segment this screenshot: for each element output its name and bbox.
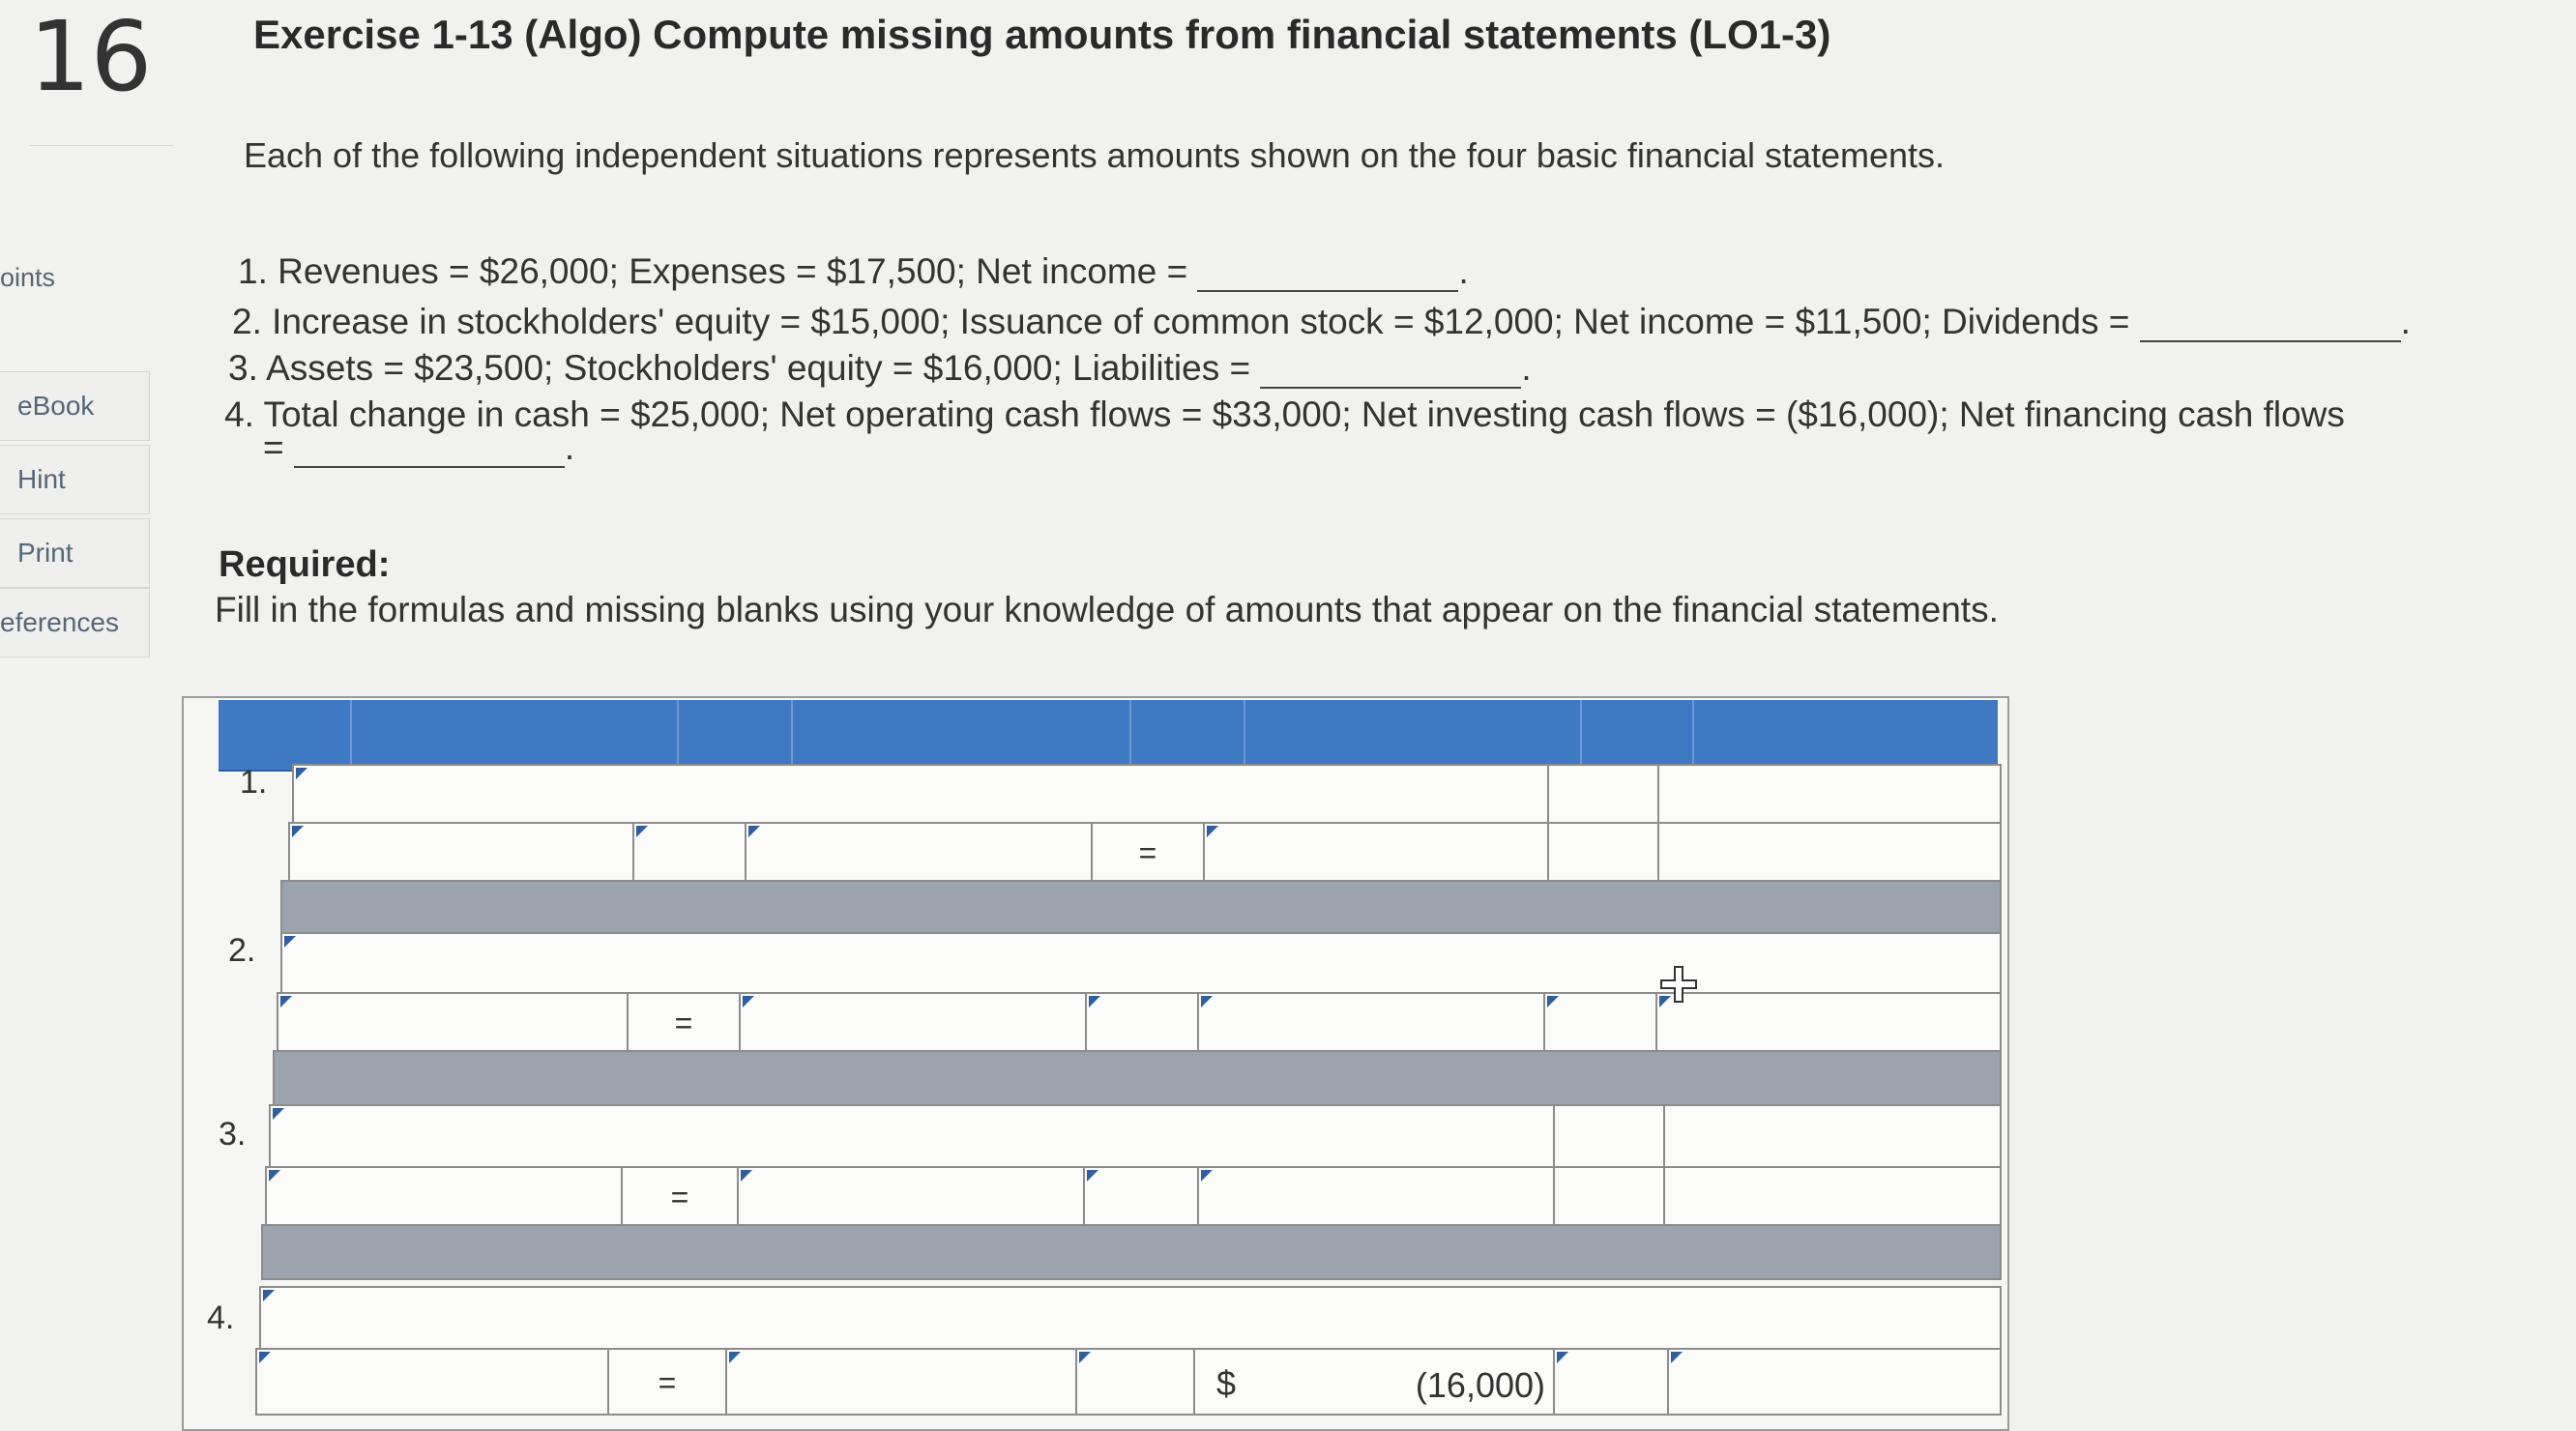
sidebar-item-references[interactable]: eferences (0, 588, 150, 657)
row-number: 1. (240, 764, 268, 801)
row-3-amount-row (261, 1224, 2002, 1280)
row-2-operator-select[interactable] (1085, 992, 1199, 1052)
row-1-spacer (1657, 822, 2002, 882)
row-number: 2. (228, 932, 256, 969)
sidebar-item-label: eBook (17, 391, 95, 421)
sidebar-item-ebook[interactable]: eBook (0, 371, 150, 441)
situation-3: 3. Assets = $23,500; Stockholders' equit… (228, 348, 1532, 389)
row-4-term-2-input[interactable] (725, 1348, 1077, 1416)
required-label: Required: (219, 544, 391, 585)
formula-table: 1. = 2. = 3. = 4. = $ (16,000) (182, 696, 2009, 1431)
sidebar-item-print[interactable]: Print (0, 518, 150, 588)
row-2-operator-2-select[interactable] (1543, 992, 1657, 1052)
row-1-label-input[interactable] (292, 764, 1549, 824)
row-4-term-1-input[interactable] (255, 1348, 609, 1416)
currency-symbol: $ (1216, 1363, 1237, 1403)
exercise-title: Exercise 1-13 (Algo) Compute missing amo… (253, 12, 1831, 57)
table-header (219, 700, 1998, 772)
sidebar-item-label: Print (17, 538, 73, 568)
row-1-result-input[interactable] (1203, 822, 1549, 882)
row-1-amount-row (280, 880, 2002, 934)
row-3-spacer (1553, 1104, 1665, 1168)
row-3-spacer (1553, 1166, 1665, 1226)
situation-end: . (564, 427, 575, 467)
row-number: 4. (207, 1300, 235, 1336)
row-4-operator-select[interactable] (1075, 1348, 1195, 1416)
row-3-label-input[interactable] (269, 1104, 1555, 1168)
row-4-amount-cell[interactable]: $ (16,000) (1193, 1348, 1555, 1416)
row-number: 3. (219, 1116, 247, 1153)
situation-2: 2. Increase in stockholders' equity = $1… (232, 302, 2411, 342)
situation-text: 2. Increase in stockholders' equity = $1… (232, 302, 2140, 341)
row-3-operator-select[interactable] (1083, 1166, 1199, 1226)
equals-sign: = (674, 1006, 693, 1040)
row-4-operator-2-select[interactable] (1553, 1348, 1669, 1416)
row-1-equals-cell: = (1091, 822, 1205, 882)
answer-blank (1197, 259, 1459, 292)
equals-sign: = (1138, 835, 1157, 870)
row-1-spacer (1657, 764, 2002, 824)
situation-end: . (1458, 251, 1469, 291)
row-2-term-4-input[interactable] (1655, 992, 2002, 1052)
row-2-label-input[interactable] (280, 932, 2002, 994)
answer-blank (2139, 309, 2401, 342)
row-4-term-3-input[interactable] (1667, 1348, 2002, 1416)
answer-blank (1260, 356, 1522, 389)
points-label: oints (0, 263, 56, 292)
equals-sign: = (658, 1365, 677, 1400)
situation-1: 1. Revenues = $26,000; Expenses = $17,50… (238, 251, 1469, 292)
required-text: Fill in the formulas and missing blanks … (215, 590, 1999, 629)
row-3-spacer (1663, 1104, 2002, 1168)
row-2-term-3-input[interactable] (1197, 992, 1545, 1052)
row-2-amount-row (273, 1050, 2002, 1106)
situation-end: . (1521, 348, 1532, 388)
row-2-term-1-input[interactable] (277, 992, 629, 1052)
sidebar-item-label: eferences (0, 607, 119, 637)
row-3-term-1-input[interactable] (265, 1166, 623, 1226)
situation-text: 3. Assets = $23,500; Stockholders' equit… (228, 348, 1261, 388)
row-2-term-2-input[interactable] (739, 992, 1087, 1052)
situation-end: . (2400, 302, 2411, 341)
row-3-equals-cell: = (621, 1166, 739, 1226)
row-4-equals-cell: = (607, 1348, 727, 1416)
situation-text: 1. Revenues = $26,000; Expenses = $17,50… (238, 251, 1198, 291)
answer-blank (293, 435, 565, 468)
row-1-operator-select[interactable] (632, 822, 746, 882)
situation-4-continued: = . (263, 427, 574, 468)
row-4-amount: (16,000) (1415, 1365, 1545, 1405)
question-number: 16 (29, 0, 174, 146)
row-2-equals-cell: = (627, 992, 741, 1052)
row-1-term-1-input[interactable] (288, 822, 634, 882)
row-1-spacer (1547, 764, 1659, 824)
sidebar-item-label: Hint (17, 464, 66, 494)
sidebar-item-hint[interactable]: Hint (0, 445, 150, 514)
equals-sign: = (670, 1180, 689, 1214)
row-3-term-3-input[interactable] (1197, 1166, 1555, 1226)
row-3-spacer (1663, 1166, 2002, 1226)
move-cursor-icon (1660, 966, 1697, 1003)
row-3-term-2-input[interactable] (737, 1166, 1085, 1226)
row-1-term-2-input[interactable] (745, 822, 1093, 882)
row-1-spacer (1547, 822, 1659, 882)
intro-text: Each of the following independent situat… (244, 135, 1946, 175)
row-4-label-input[interactable] (259, 1286, 2002, 1350)
situation-text: = (263, 427, 294, 467)
